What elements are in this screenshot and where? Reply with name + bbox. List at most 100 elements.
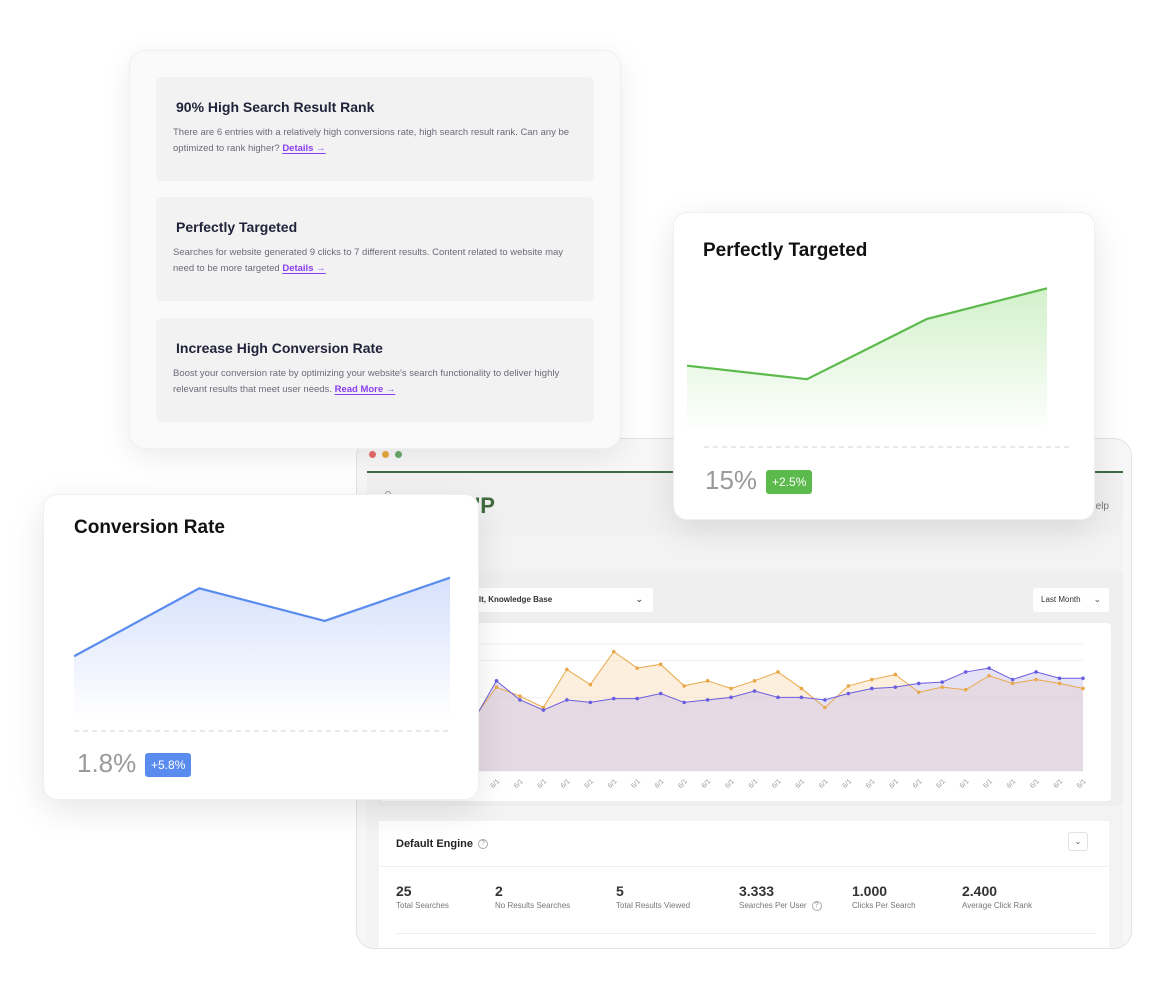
insights-card: 90% High Search Result Rank There are 6 … [129,50,621,449]
minimize-window-button[interactable] [382,451,389,458]
data-point [823,698,827,702]
x-tick-label: 6/1 [1076,778,1088,790]
insight-item: Perfectly Targeted Searches for website … [156,197,594,301]
x-tick-label: 6/1 [748,778,760,790]
conversion-rate-chart [74,576,451,732]
conversion-rate-card: Conversion Rate 1.8% +5.8% [43,494,479,800]
data-point [494,679,499,683]
stat-value: 1.000 [852,883,888,899]
data-point [1034,677,1038,682]
data-point [611,649,616,654]
x-tick-label: 6/1 [771,778,783,790]
x-tick-label: 6/1 [935,778,947,790]
data-point [494,685,499,689]
stat-searches-per-user: 3.333 Searches Per User? [739,883,822,911]
area-fill [74,577,450,719]
data-point [823,705,827,710]
x-tick-label: 6/1 [841,778,853,790]
data-point [729,695,733,700]
perfectly-targeted-chart [687,287,1069,448]
stat-value: 25 [396,883,412,899]
change-badge: +2.5% [766,470,813,494]
data-point [963,670,968,674]
data-point [870,677,874,682]
stat-value: 3.333 [739,883,775,899]
stat-label: Average Click Rank [962,901,1033,910]
insight-text: Searches for website generated 9 clicks … [173,247,564,274]
change-badge: +5.8% [145,753,192,777]
stat-label: No Results Searches [495,901,571,910]
x-tick-label: 6/1 [654,778,666,790]
insight-title: Increase High Conversion Rate [176,340,383,356]
data-point [987,666,991,670]
insight-title: Perfectly Targeted [176,219,298,235]
data-point [893,672,898,677]
maximize-window-button[interactable] [395,451,402,458]
stats-title: Default Engine? [396,838,489,850]
engine-select-value: ult, Knowledge Base [474,595,553,604]
stat-value: 2 [495,883,503,899]
metric-value: 15% [705,465,758,495]
read-more-link[interactable]: Read More → [335,384,396,395]
x-tick-label: 6/1 [794,778,806,790]
data-point [705,698,710,702]
details-link[interactable]: Details → [282,143,325,154]
searches-chart-svg: 6/1 6/1 6/1 6/1 6/1 6/1 6/1 6/1 6/1 6/1 6/1 6/1 6/1 6… [449,643,1088,790]
data-point [658,662,663,667]
x-tick-label: 6/1 [677,778,689,790]
data-point [518,694,522,698]
x-tick-label: 6/1 [489,778,501,790]
x-tick-label: 6/1 [1053,778,1065,790]
details-link[interactable]: Details → [282,263,325,274]
x-tick-label: 6/1 [912,778,924,790]
default-engine-panel: Default Engine? ⌄ 25 Total Searches 2 No… [379,821,1109,948]
searches-chart: 6/1 6/1 6/1 6/1 6/1 6/1 6/1 6/1 6/1 6/1 6/1 6/1 6/1 6… [379,623,1111,801]
x-tick-label: 6/1 [583,778,595,790]
perfectly-targeted-card: Perfectly Targeted 15% +2.5% [673,212,1095,520]
stat-label: Total Results Viewed [616,901,691,910]
data-point [588,700,593,705]
insight-title: 90% High Search Result Rank [176,99,375,115]
data-point [611,696,616,701]
help-icon[interactable]: ? [478,839,489,850]
x-tick-label: 6/1 [865,778,877,790]
metric-title: Perfectly Targeted [703,240,868,261]
x-tick-label: 6/1 [888,778,900,790]
app-content: 'P Help ult, Knowledge Base ⌄ Last Month… [367,471,1123,948]
close-window-button[interactable] [369,451,376,458]
data-point [565,698,569,702]
stat-total-searches: 25 Total Searches [396,883,449,910]
insight-item: Increase High Conversion Rate Boost your… [156,318,594,422]
data-point [963,687,968,692]
stat-value: 5 [616,883,624,899]
data-point [940,685,945,689]
data-point [682,684,686,688]
insight-item: 90% High Search Result Rank There are 6 … [156,77,594,181]
data-point [1081,686,1085,691]
data-point [846,691,851,696]
help-icon[interactable]: ? [811,901,822,911]
insight-text: There are 6 entries with a relatively hi… [173,127,570,154]
data-point [870,686,874,691]
x-tick-label: 6/1 [607,778,619,790]
data-point [588,682,593,687]
data-point [1057,676,1062,681]
data-point [916,690,921,695]
data-point [916,681,921,686]
data-point [799,695,804,700]
data-point [635,666,640,670]
insight-body: There are 6 entries with a relatively hi… [173,125,576,157]
stat-value: 2.400 [962,883,998,899]
collapse-button[interactable]: ⌄ [1068,832,1088,851]
x-tick-label: 6/1 [630,778,642,790]
data-point [1010,677,1015,682]
stat-total-results-viewed: 5 Total Results Viewed [616,883,690,910]
period-select[interactable]: Last Month ⌄ [1033,588,1109,612]
chevron-down-icon: ⌄ [1093,594,1101,604]
data-point [987,673,991,678]
window-controls [369,451,402,458]
stat-label-text: Searches Per User [739,901,807,911]
stats-title-text: Default Engine [396,838,474,850]
insight-body: Boost your conversion rate by optimizing… [173,366,576,398]
x-tick-label: 6/1 [701,778,713,790]
